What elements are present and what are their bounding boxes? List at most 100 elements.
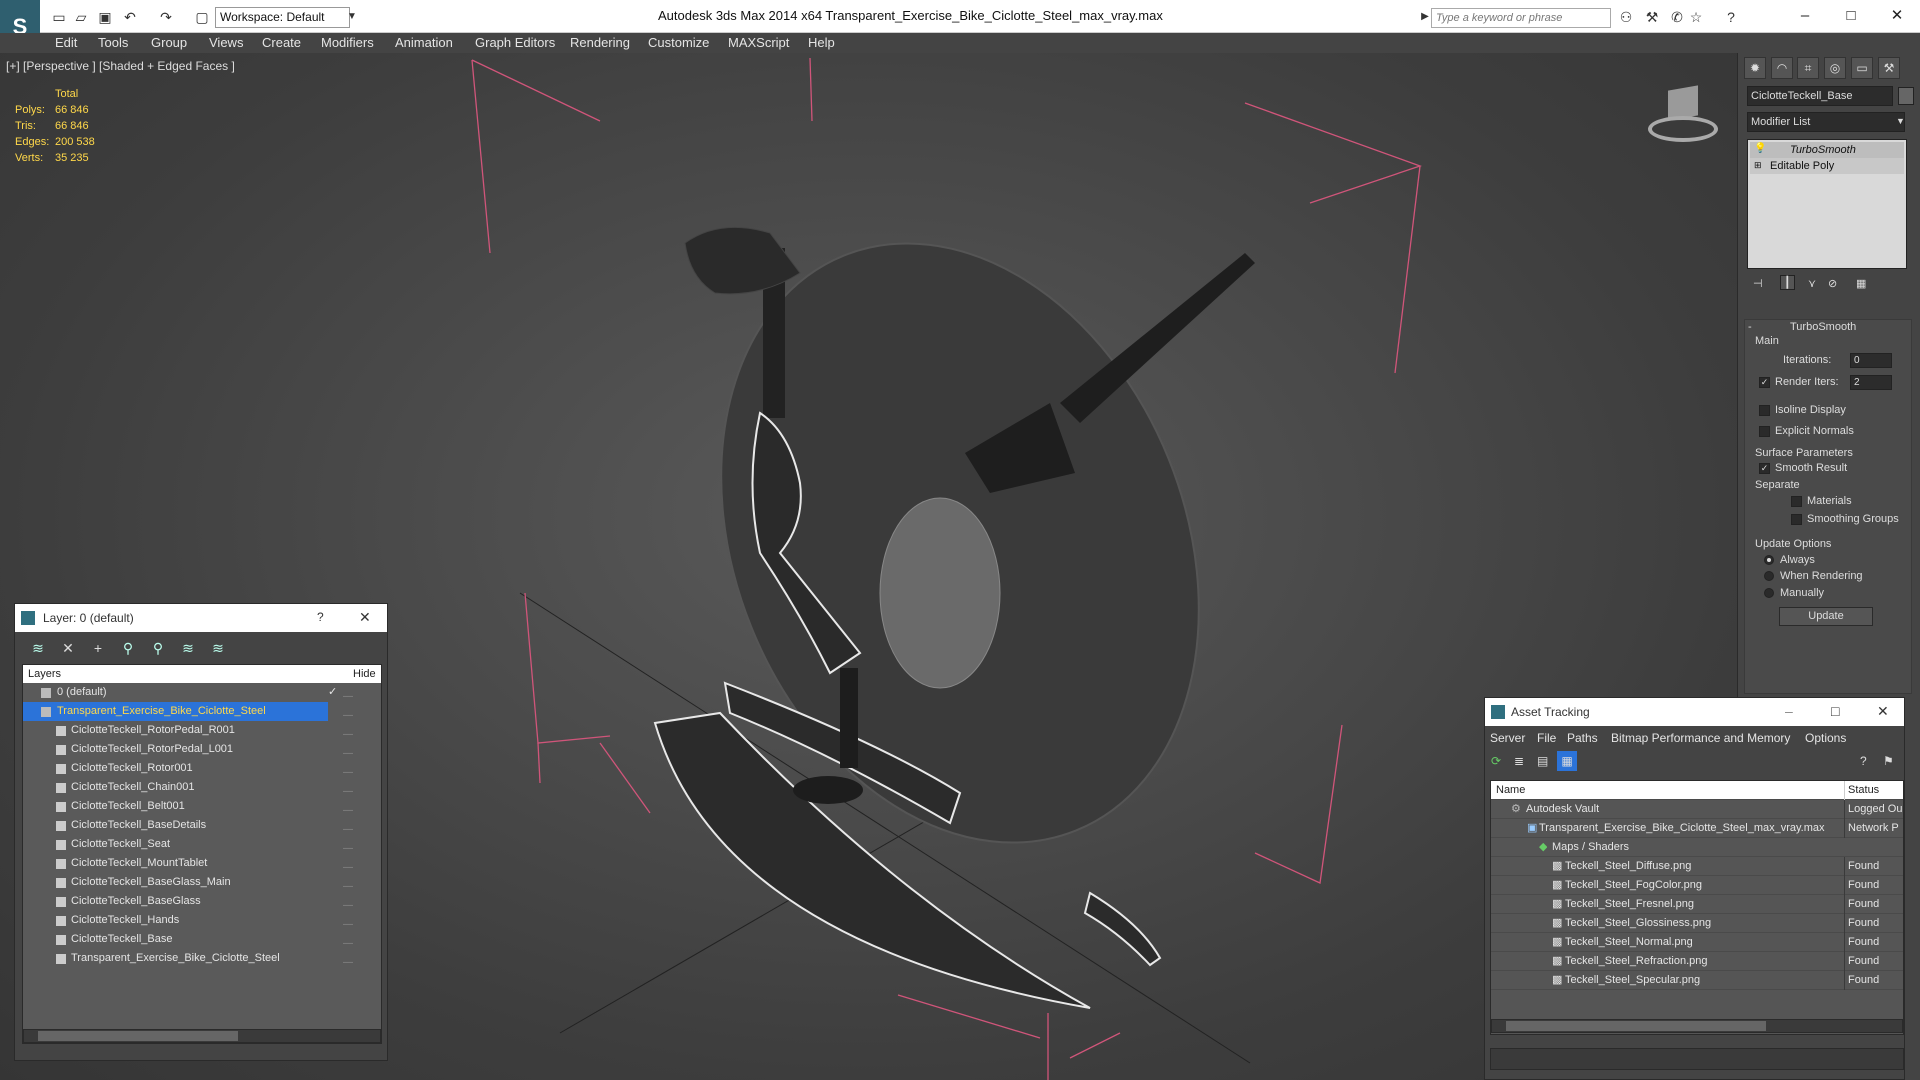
create-tab-icon[interactable]: ✹	[1744, 57, 1766, 79]
menu-create[interactable]: Create	[262, 35, 301, 50]
asset-maximize-icon[interactable]: □	[1831, 703, 1839, 719]
layer-horizontal-scrollbar[interactable]	[23, 1029, 381, 1043]
isoline-checkbox[interactable]	[1759, 405, 1770, 416]
menu-customize[interactable]: Customize	[648, 35, 709, 50]
asset-menu-options[interactable]: Options	[1805, 731, 1846, 745]
hide-column-icons[interactable]: — — — — — — — — — — — — — — —	[343, 687, 353, 968]
asset-row[interactable]: ▩ Teckell_Steel_Glossiness.png Found	[1491, 914, 1903, 933]
asset-close-icon[interactable]: ✕	[1877, 703, 1889, 720]
modifier-stack[interactable]: 💡 TurboSmooth ⊞ Editable Poly	[1747, 139, 1907, 269]
expand-icon[interactable]: ⊞	[1754, 160, 1762, 171]
utilities-tab-icon[interactable]: ⚒	[1878, 57, 1900, 79]
freeze-all-layers-icon[interactable]: ≋	[207, 637, 229, 659]
smooth-result-checkbox[interactable]: ✓	[1759, 463, 1770, 474]
list-view-icon[interactable]: ≣	[1514, 754, 1524, 768]
asset-menu-file[interactable]: File	[1537, 731, 1556, 745]
asset-menu-paths[interactable]: Paths	[1567, 731, 1598, 745]
maximize-button[interactable]: □	[1836, 4, 1866, 28]
scrollbar-thumb[interactable]	[1506, 1021, 1766, 1031]
layer-window-titlebar[interactable]: Layer: 0 (default) ? ✕	[15, 604, 387, 632]
help-icon[interactable]: ?	[1722, 8, 1740, 26]
make-unique-icon[interactable]: ⋎	[1808, 277, 1816, 290]
search-input[interactable]: Type a keyword or phrase	[1431, 8, 1611, 28]
display-tab-icon[interactable]: ▭	[1851, 57, 1873, 79]
asset-minimize-icon[interactable]: –	[1785, 703, 1793, 719]
subscription-icon[interactable]: ⚒	[1643, 8, 1661, 26]
viewcube-compass-ring[interactable]	[1648, 116, 1718, 142]
open-file-icon[interactable]: ▱	[72, 8, 90, 26]
layer-row[interactable]: CiclotteTeckell_BaseGlass_Main	[23, 873, 363, 892]
asset-menu-server[interactable]: Server	[1490, 731, 1525, 745]
when-rendering-radio[interactable]	[1764, 571, 1774, 581]
menu-modifiers[interactable]: Modifiers	[321, 35, 374, 50]
asset-row[interactable]: ▩ Teckell_Steel_Normal.png Found	[1491, 933, 1903, 952]
save-icon[interactable]: ▣	[96, 8, 114, 26]
scrollbar-thumb[interactable]	[38, 1031, 238, 1041]
asset-row[interactable]: ◆ Maps / Shaders	[1491, 838, 1903, 857]
pin-stack-icon[interactable]: ⊣	[1753, 277, 1763, 290]
layer-row[interactable]: CiclotteTeckell_Base	[23, 930, 363, 949]
col-layers-header[interactable]: Layers	[28, 665, 61, 683]
add-to-layer-icon[interactable]: +	[87, 637, 109, 659]
menu-views[interactable]: Views	[209, 35, 243, 50]
always-radio[interactable]	[1764, 555, 1774, 565]
update-button[interactable]: Update	[1779, 607, 1873, 626]
redo-icon[interactable]: ↷	[157, 8, 175, 26]
layer-row-selected[interactable]: Transparent_Exercise_Bike_Ciclotte_Steel	[23, 702, 328, 721]
layer-row[interactable]: CiclotteTeckell_Belt001	[23, 797, 363, 816]
binoculars-icon[interactable]: ⚇	[1617, 8, 1635, 26]
menu-maxscript[interactable]: MAXScript	[728, 35, 789, 50]
highlight-layer-icon[interactable]: ⚲	[147, 637, 169, 659]
asset-row[interactable]: ▩ Teckell_Steel_Refraction.png Found	[1491, 952, 1903, 971]
delete-layer-icon[interactable]: ✕	[57, 637, 79, 659]
asset-window-titlebar[interactable]: Asset Tracking – □ ✕	[1485, 698, 1904, 726]
layer-help-button[interactable]: ?	[317, 610, 324, 624]
explicit-normals-checkbox[interactable]	[1759, 426, 1770, 437]
menu-group[interactable]: Group	[151, 35, 187, 50]
select-in-layer-icon[interactable]: ⚲	[117, 637, 139, 659]
render-iters-checkbox[interactable]: ✓	[1759, 377, 1770, 388]
col-status-header[interactable]: Status	[1844, 781, 1903, 800]
layer-row[interactable]: Transparent_Exercise_Bike_Ciclotte_Steel	[23, 949, 363, 968]
asset-row[interactable]: ▩ Teckell_Steel_Specular.png Found	[1491, 971, 1903, 990]
layer-row-default[interactable]: 0 (default) ✓	[23, 683, 363, 702]
col-name-header[interactable]: Name	[1496, 781, 1525, 800]
asset-horizontal-scrollbar[interactable]	[1491, 1019, 1903, 1033]
layer-row[interactable]: CiclotteTeckell_RotorPedal_R001	[23, 721, 363, 740]
new-file-icon[interactable]: ▭	[50, 8, 68, 26]
asset-row[interactable]: ▩ Teckell_Steel_FogColor.png Found	[1491, 876, 1903, 895]
hierarchy-tab-icon[interactable]: ⌗	[1797, 57, 1819, 79]
layer-row[interactable]: CiclotteTeckell_RotorPedal_L001	[23, 740, 363, 759]
viewcube[interactable]	[1648, 85, 1718, 148]
table-view-icon[interactable]: ▦	[1557, 751, 1577, 771]
manually-radio[interactable]	[1764, 588, 1774, 598]
asset-row[interactable]: ⚙ Autodesk Vault Logged Ou	[1491, 800, 1903, 819]
menu-animation[interactable]: Animation	[395, 35, 453, 50]
materials-checkbox[interactable]	[1791, 496, 1802, 507]
hide-all-layers-icon[interactable]: ≋	[177, 637, 199, 659]
modifier-list-dropdown[interactable]: Modifier List	[1747, 112, 1905, 132]
menu-tools[interactable]: Tools	[98, 35, 128, 50]
menu-rendering[interactable]: Rendering	[570, 35, 630, 50]
stack-item-turbosmooth[interactable]: 💡 TurboSmooth	[1750, 142, 1904, 158]
menu-help[interactable]: Help	[808, 35, 835, 50]
object-name-field[interactable]: CiclotteTeckell_Base	[1747, 86, 1893, 106]
active-layer-check-icon[interactable]: ✓	[328, 683, 337, 702]
show-end-result-icon[interactable]: ┃	[1780, 275, 1795, 290]
asset-row[interactable]: ▩ Teckell_Steel_Fresnel.png Found	[1491, 895, 1903, 914]
render-iters-spinner[interactable]: 2	[1850, 375, 1892, 390]
layer-row[interactable]: CiclotteTeckell_Rotor001	[23, 759, 363, 778]
asset-menu-bitmap[interactable]: Bitmap Performance and Memory	[1611, 731, 1790, 745]
layer-row[interactable]: CiclotteTeckell_BaseDetails	[23, 816, 363, 835]
bulb-icon[interactable]: 💡	[1754, 143, 1766, 154]
communication-icon[interactable]: ✆	[1668, 8, 1686, 26]
undo-icon[interactable]: ↶	[121, 8, 139, 26]
col-hide-header[interactable]: Hide	[353, 665, 376, 683]
layer-row[interactable]: CiclotteTeckell_Seat	[23, 835, 363, 854]
object-color-swatch[interactable]	[1898, 87, 1914, 105]
configure-sets-icon[interactable]: ▦	[1856, 277, 1866, 290]
motion-tab-icon[interactable]: ◎	[1824, 57, 1846, 79]
asset-path-field[interactable]	[1490, 1048, 1904, 1070]
rollout-collapse-icon[interactable]: -	[1748, 321, 1752, 333]
layer-close-icon[interactable]: ✕	[359, 609, 371, 626]
